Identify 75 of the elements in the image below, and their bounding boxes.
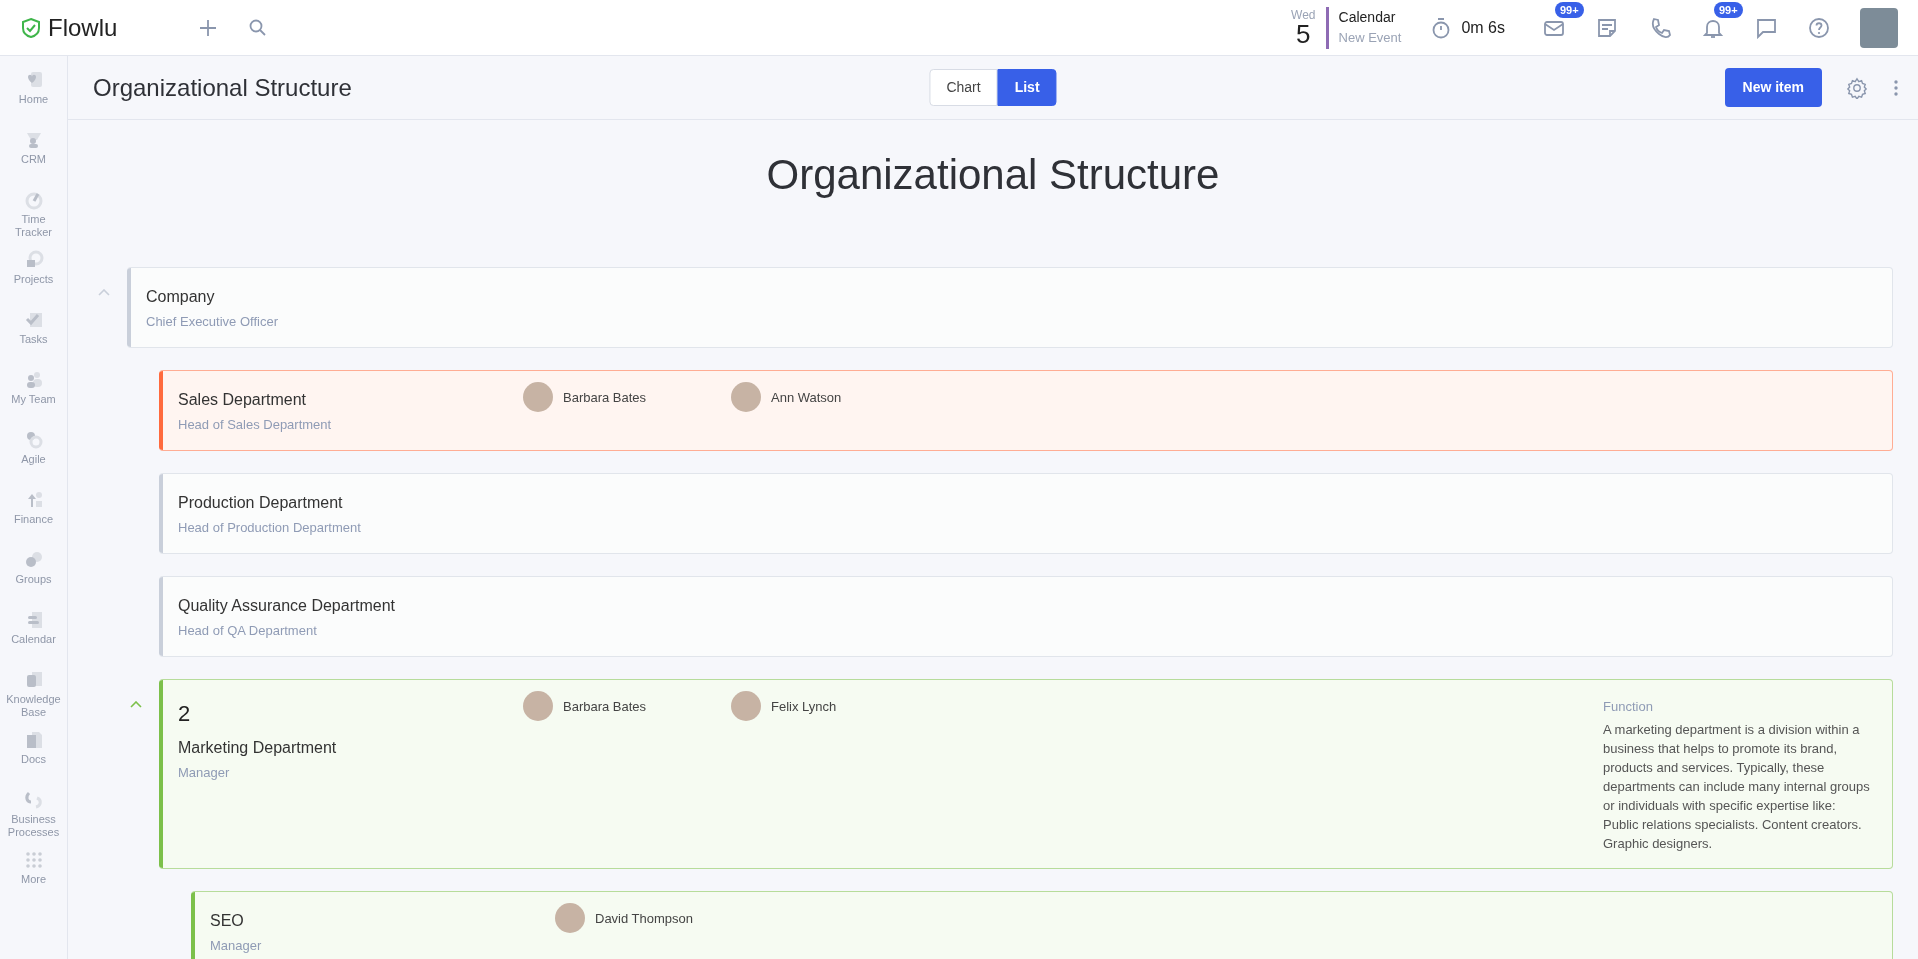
module-icon [23,190,44,210]
view-tab[interactable]: List [997,69,1057,106]
member-name[interactable]: David Thompson [595,909,694,929]
org-card[interactable]: SEO Manager David Thompson [191,891,1893,959]
sidebar-item[interactable]: Calendar [0,610,67,670]
timer-text: 0m 6s [1461,17,1505,38]
org-card[interactable]: Sales Department Head of Sales Department Barbara Bates Ann Watson [159,370,1893,451]
stopwatch-icon[interactable] [1431,16,1452,39]
new-event-link[interactable]: New Event [1338,28,1402,48]
sidebar-item[interactable]: Knowledge Base [0,670,67,730]
position-title: Chief Executive Officer [146,313,279,331]
unit-name: Quality Assurance Department [178,596,396,616]
search-icon[interactable] [249,19,267,36]
sidebar-item[interactable]: Docs [0,730,67,790]
day-number: 5 [1296,20,1311,47]
member-name[interactable]: Barbara Bates [563,388,647,408]
sidebar-item[interactable]: CRM [0,130,67,190]
sidebar-item[interactable]: Home [0,70,67,130]
sidebar-item[interactable]: Finance [0,490,67,550]
org-card[interactable] [159,679,1893,869]
sidebar-item[interactable]: Groups [0,550,67,610]
sidebar-item[interactable]: Time Tracker [0,190,67,250]
unit-name: Marketing Department [178,738,338,758]
collapse-chevron-icon[interactable] [130,701,142,708]
org-card[interactable]: Production Department Head of Production Department [159,473,1893,554]
module-icon [23,850,44,870]
org-card[interactable]: Company Chief Executive Officer [127,267,1893,348]
count-badge: 99+ [1714,1,1743,18]
unit-name: SEO [210,911,245,931]
avatar-placeholder [523,691,553,721]
org-card[interactable]: Quality Assurance Department Head of QA Department [159,576,1893,657]
count-number: 2 [178,700,192,728]
member-name[interactable]: Felix Lynch [771,697,837,717]
sidebar-item[interactable]: Tasks [0,310,67,370]
module-icon [23,790,44,810]
avatar-placeholder [731,382,761,412]
avatar-placeholder [523,382,553,412]
module-icon [23,310,44,330]
weekday-label: Wed [1291,8,1316,21]
module-icon [23,550,44,570]
unit-name: Company [146,287,216,307]
view-tab[interactable]: Chart [929,69,998,106]
sidebar-item[interactable]: My Team [0,370,67,430]
help-icon[interactable] [1808,16,1830,39]
calendar-link[interactable]: Calendar [1338,7,1402,29]
sidebar-item[interactable]: Projects [0,250,67,310]
position-title: Head of Sales Department [178,416,333,434]
avatar-placeholder [555,903,585,933]
member-name[interactable]: Barbara Bates [563,697,647,717]
position-title: Head of Production Department [178,519,362,537]
chat-icon[interactable] [1755,16,1777,39]
main-heading: Organizational Structure [765,150,1221,200]
position-title: Manager [210,937,263,955]
sidebar-item[interactable]: More [0,850,67,910]
settings-icon[interactable] [1846,76,1868,99]
function-label: Function [1603,698,1654,716]
sidebar-item[interactable]: Agile [0,430,67,490]
shield-check-icon [20,16,42,39]
page-title: Organizational Structure [93,72,352,103]
sidebar-item[interactable]: Business Processes [0,790,67,850]
count-badge: 99+ [1555,1,1584,18]
position-title: Manager [178,764,231,782]
unit-name: Sales Department [178,390,308,410]
note-icon[interactable] [1596,16,1618,39]
member-name[interactable]: Ann Watson [771,388,842,408]
position-title: Head of QA Department [178,622,318,640]
function-description: A marketing department is a division within a business that helps to promote its brand, products and services. Typically, these departments can include many internal groups or individuals with specific expertise like: Public relations specialists. Content creators. Graphic designers. [1603,721,1871,853]
user-avatar-photo-placeholder[interactable] [1860,7,1898,48]
phone-icon[interactable] [1649,16,1671,39]
unit-name: Production Department [178,493,344,513]
more-icon[interactable] [1894,79,1898,96]
app-logo[interactable]: Flowlu [20,9,118,46]
avatar-placeholder [731,691,761,721]
add-icon[interactable] [199,18,218,37]
new-item-button[interactable]: New item [1724,68,1822,107]
